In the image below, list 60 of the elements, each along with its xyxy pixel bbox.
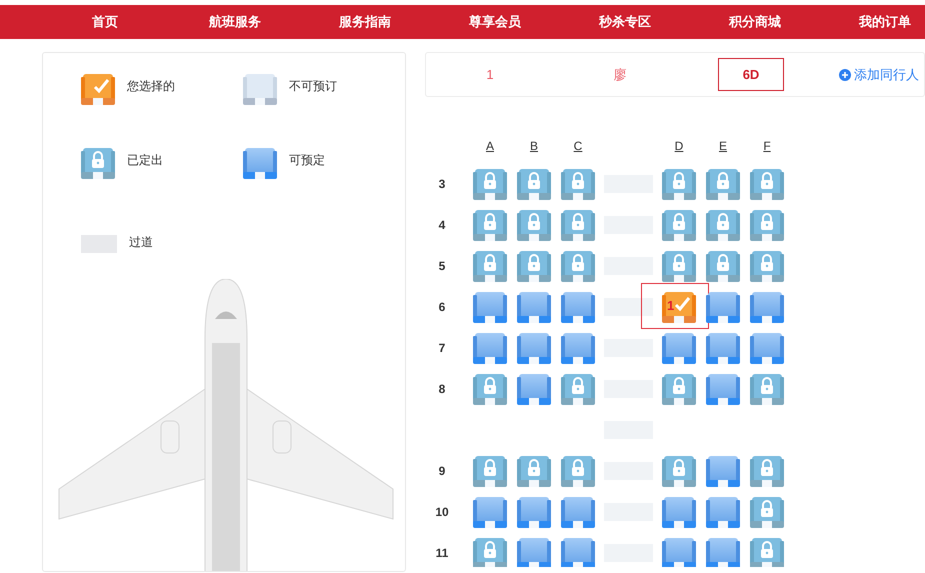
passenger-name: 廖	[614, 66, 626, 84]
seat[interactable]	[706, 496, 740, 528]
seat[interactable]	[517, 332, 551, 364]
column-header: C	[574, 138, 582, 155]
seat-number-field: 6D	[718, 58, 784, 91]
row-number: 7	[438, 340, 446, 357]
nav-link[interactable]: 航班服务	[209, 12, 261, 32]
row-number: 4	[438, 217, 446, 234]
seat[interactable]	[662, 496, 696, 528]
row-number: 3	[438, 176, 446, 193]
row-number: 10	[434, 504, 450, 521]
column-header: E	[718, 138, 727, 155]
passenger-number: 1	[486, 66, 494, 84]
seat[interactable]	[706, 291, 740, 323]
passenger-mark: 1	[667, 299, 674, 313]
seat[interactable]	[706, 455, 740, 487]
seat[interactable]	[517, 291, 551, 323]
seat[interactable]	[517, 537, 551, 567]
nav-link[interactable]: 秒杀专区	[599, 12, 651, 32]
add-companion-button[interactable]: 添加同行人	[839, 64, 919, 84]
nav-link[interactable]: 尊享会员	[469, 12, 521, 32]
row-number: 6	[438, 299, 446, 316]
nav-link[interactable]: 首页	[92, 12, 118, 32]
nav-link[interactable]: 积分商城	[729, 12, 781, 32]
seat[interactable]	[517, 373, 551, 405]
row-number: 11	[434, 545, 450, 562]
seat[interactable]	[706, 537, 740, 567]
seat-icon[interactable]	[81, 73, 115, 105]
seat[interactable]	[662, 332, 696, 364]
seat[interactable]	[750, 291, 784, 323]
seat[interactable]	[561, 291, 595, 323]
seat[interactable]	[561, 537, 595, 567]
nav-link[interactable]: 我的订单	[859, 12, 911, 32]
seat[interactable]	[473, 496, 507, 528]
seat[interactable]	[561, 496, 595, 528]
seat[interactable]	[706, 332, 740, 364]
plus-circle-icon	[839, 68, 851, 80]
column-header: D	[674, 138, 684, 155]
seat[interactable]	[517, 496, 551, 528]
seat[interactable]	[706, 373, 740, 405]
seat-icon[interactable]	[243, 147, 277, 179]
row-number: 8	[438, 381, 446, 398]
seat[interactable]	[473, 332, 507, 364]
legend-label: 您选择的	[127, 78, 175, 95]
seat[interactable]	[473, 291, 507, 323]
legend-label: 不可预订	[289, 78, 337, 95]
nav-link[interactable]: 服务指南	[339, 12, 391, 32]
column-header: B	[530, 138, 538, 155]
column-header: A	[486, 138, 494, 155]
legend-label: 过道	[129, 234, 153, 251]
row-number: 5	[438, 258, 446, 275]
column-header: F	[763, 138, 771, 155]
seat[interactable]	[662, 537, 696, 567]
row-number: 9	[438, 463, 446, 480]
legend-label: 已定出	[127, 152, 163, 169]
legend-label: 可预定	[289, 152, 325, 169]
aisle-block	[604, 298, 653, 316]
seat[interactable]	[750, 332, 784, 364]
seat[interactable]	[662, 291, 696, 323]
seat[interactable]	[561, 332, 595, 364]
